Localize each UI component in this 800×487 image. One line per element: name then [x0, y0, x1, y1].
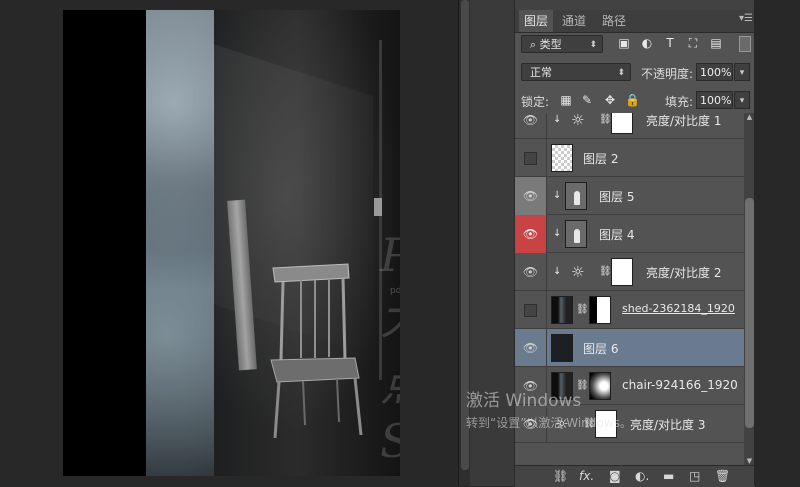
eye-icon[interactable]: 👁 — [515, 329, 547, 367]
layer-row[interactable]: 👁 ↓ 图层 4 — [515, 215, 744, 253]
add-mask-icon[interactable]: ◙ — [609, 469, 621, 483]
opacity-field[interactable]: 100% — [696, 63, 733, 81]
lock-transparent-icon[interactable]: ▦ — [559, 93, 573, 107]
panel-menu-icon[interactable]: ▾☰ — [739, 13, 753, 24]
layer-name[interactable]: 亮度/对比度 2 — [646, 264, 722, 281]
layer-name[interactable]: shed-2362184_1920 — [622, 302, 735, 315]
layers-bottom-toolbar: ⛓ fx. ◙ ◐. ▬ ◳ 🗑 — [515, 465, 755, 487]
eye-icon[interactable]: 👁 — [515, 215, 547, 253]
blend-mode-select[interactable]: 正常 ⬍ — [521, 63, 631, 81]
tab-layers[interactable]: 图层 — [519, 10, 554, 32]
layer-name[interactable]: 图层 4 — [599, 226, 634, 243]
right-empty-area — [754, 0, 800, 486]
layer-name[interactable]: 亮度/对比度 1 — [646, 113, 722, 129]
layer-mask-thumbnail[interactable] — [611, 258, 633, 286]
filter-toggle-icon[interactable] — [739, 36, 751, 52]
layer-thumbnail[interactable] — [565, 182, 587, 210]
fx-icon[interactable]: fx. — [579, 469, 594, 483]
layer-mask-thumbnail[interactable] — [589, 296, 611, 324]
panel-top-row — [515, 0, 755, 10]
eye-icon[interactable]: 👁 — [515, 253, 547, 291]
layer-row[interactable]: 👁 ↓ ☼ ⛓ 亮度/对比度 1 — [515, 113, 744, 139]
canvas-watermark: P大点S — [380, 228, 400, 468]
hidden-box-icon — [524, 304, 537, 317]
blend-mode-value: 正常 — [530, 66, 552, 79]
layer-thumbnail[interactable] — [551, 144, 573, 172]
clip-arrow-icon: ↓ — [553, 190, 562, 201]
filter-kind-select[interactable]: ⌕ 类型 ⬍ — [521, 35, 603, 53]
activate-windows-subtitle: 转到“设置”以激活 Windows。 — [466, 416, 632, 430]
layer-row-selected[interactable]: 👁 图层 6 — [515, 329, 744, 367]
layer-row[interactable]: 👁 ↓ ☼ ⛓ 亮度/对比度 2 — [515, 253, 744, 291]
document-workspace[interactable]: P大点S pdadians.com — [0, 0, 458, 486]
layer-mask-thumbnail[interactable] — [611, 113, 633, 134]
new-layer-icon[interactable]: ◳ — [689, 469, 700, 483]
link-icon[interactable]: ⛓ — [599, 114, 612, 125]
eye-icon[interactable]: 👁 — [515, 113, 547, 139]
layer-thumbnail[interactable] — [551, 334, 573, 362]
fill-dropdown[interactable]: ▾ — [734, 91, 750, 109]
lock-image-icon[interactable]: ✎ — [580, 93, 594, 107]
layer-row[interactable]: 👁 ↓ 图层 5 — [515, 177, 744, 215]
link-icon[interactable]: ⛓ — [576, 304, 589, 315]
image-filter-icon[interactable]: ▣ — [617, 36, 631, 50]
search-icon: ⌕ — [530, 38, 540, 51]
eye-icon[interactable]: 👁 — [515, 177, 547, 215]
activate-windows-title: 激活 Windows — [466, 391, 582, 411]
brightness-contrast-icon: ☼ — [571, 113, 585, 129]
layer-mask-thumbnail[interactable] — [589, 372, 611, 400]
canvas-chair — [270, 263, 363, 439]
image-canvas[interactable]: P大点S pdadians.com — [63, 10, 400, 476]
lock-position-icon[interactable]: ✥ — [603, 93, 617, 107]
visibility-toggle[interactable] — [515, 291, 547, 329]
chevron-updown-icon: ⬍ — [589, 40, 597, 50]
chevron-updown-icon: ⬍ — [617, 68, 625, 78]
shape-filter-icon[interactable]: ⛶ — [686, 36, 700, 50]
layer-name[interactable]: 亮度/对比度 3 — [630, 416, 706, 433]
link-layers-icon[interactable]: ⛓ — [553, 469, 568, 483]
tab-channels[interactable]: 通道 — [557, 10, 591, 32]
new-group-icon[interactable]: ▬ — [663, 469, 674, 483]
adjustment-filter-icon[interactable]: ◐ — [640, 36, 654, 50]
lock-label: 锁定: — [521, 95, 550, 109]
fill-field[interactable]: 100% — [696, 91, 733, 109]
layer-row[interactable]: 图层 2 — [515, 139, 744, 177]
layer-thumbnail[interactable] — [565, 220, 587, 248]
opacity-label: 不透明度: — [641, 67, 694, 81]
layer-name[interactable]: chair-924166_1920 — [622, 378, 738, 392]
layer-row[interactable]: ⛓ shed-2362184_1920 — [515, 291, 744, 329]
canvas-watermark-url: pdadians.com — [390, 286, 400, 296]
delete-layer-icon[interactable]: 🗑 — [715, 469, 730, 483]
clip-arrow-icon: ↓ — [553, 266, 562, 277]
lock-all-icon[interactable]: 🔒 — [625, 93, 640, 107]
opacity-dropdown[interactable]: ▾ — [734, 63, 750, 81]
canvas-door-hinge — [374, 198, 382, 216]
canvas-window-light — [146, 10, 214, 476]
fill-label: 填充: — [665, 95, 694, 109]
clip-arrow-icon: ↓ — [553, 228, 562, 239]
layers-list[interactable]: 👁 ↓ ☼ ⛓ 亮度/对比度 1 图层 2 👁 ↓ 图层 5 👁 ↓ 图层 4 — [515, 113, 744, 465]
visibility-toggle[interactable] — [515, 139, 547, 177]
hidden-box-icon — [524, 152, 537, 165]
filter-kind-value: 类型 — [539, 38, 562, 51]
layers-scroll-thumb[interactable] — [745, 198, 754, 428]
layer-name[interactable]: 图层 6 — [583, 340, 618, 357]
tab-paths[interactable]: 路径 — [597, 10, 631, 32]
layer-name[interactable]: 图层 5 — [599, 188, 634, 205]
layer-thumbnail[interactable] — [551, 296, 573, 324]
type-filter-icon[interactable]: T — [663, 36, 677, 50]
link-icon[interactable]: ⛓ — [599, 266, 612, 277]
panel-tabs: 图层 通道 路径 ▾☰ — [515, 10, 755, 33]
new-adjustment-icon[interactable]: ◐. — [635, 469, 649, 483]
smart-object-filter-icon[interactable]: ▤ — [709, 36, 723, 50]
brightness-contrast-icon: ☼ — [571, 263, 585, 281]
layer-name[interactable]: 图层 2 — [583, 150, 618, 167]
clip-arrow-icon: ↓ — [553, 114, 562, 125]
